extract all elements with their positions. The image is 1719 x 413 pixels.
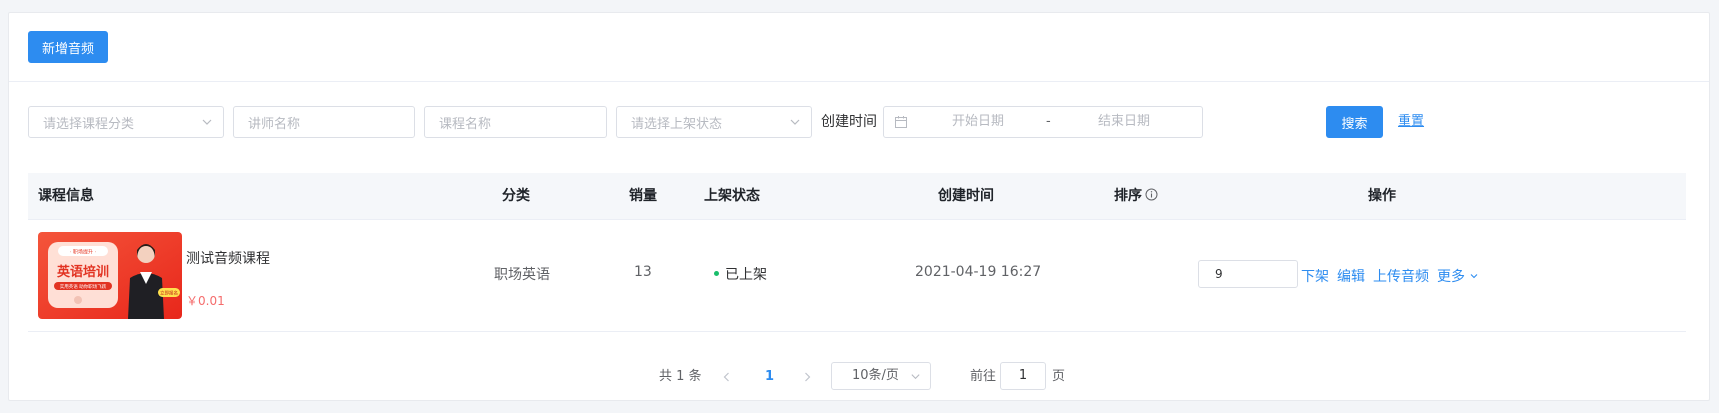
filter-bar: 请选择课程分类 讲师名称 课程名称 请选择上架状态 创建时间 开始日期 - 结束…	[28, 106, 1709, 138]
course-created-time: 2021-04-19 16:27	[915, 264, 1042, 280]
col-category: 分类	[502, 188, 530, 204]
add-audio-button[interactable]: 新增音频	[28, 31, 108, 63]
edit-link[interactable]: 编辑	[1337, 266, 1365, 286]
table-row: · 职场提升 · 英语培训 实用英语 助你职场飞跃 立即报名 测试音频课程 ￥0…	[28, 220, 1686, 332]
course-thumbnail[interactable]: · 职场提升 · 英语培训 实用英语 助你职场飞跃 立即报名	[38, 232, 182, 319]
upload-audio-link[interactable]: 上传音频	[1373, 266, 1429, 286]
next-page-icon[interactable]	[801, 371, 813, 383]
search-button[interactable]: 搜索	[1326, 106, 1383, 138]
unpublish-link[interactable]: 下架	[1301, 266, 1329, 286]
reset-link[interactable]: 重置	[1398, 106, 1424, 138]
more-label: 更多	[1437, 269, 1465, 285]
goto-prefix: 前往	[970, 369, 997, 384]
status-dot	[714, 271, 719, 276]
thumbnail-title: 英语培训	[56, 264, 109, 280]
chevron-down-icon	[1470, 274, 1478, 279]
thumbnail-badge: 立即报名	[160, 290, 178, 297]
prev-page-icon[interactable]	[721, 371, 733, 383]
category-select[interactable]: 请选择课程分类	[28, 106, 224, 138]
created-time-label: 创建时间	[821, 114, 877, 130]
course-name-placeholder: 课程名称	[439, 116, 492, 132]
status-badge: 已上架	[714, 264, 767, 284]
course-category: 职场英语	[494, 267, 550, 283]
pagination: 共 1 条 1 10条/页 前往 1 页	[9, 362, 1709, 392]
thumbnail-subtitle: 实用英语 助你职场飞跃	[60, 283, 107, 290]
sort-input[interactable]: 9	[1198, 260, 1298, 288]
course-name-input[interactable]: 课程名称	[424, 106, 607, 138]
audio-management-card: 新增音频 请选择课程分类 讲师名称 课程名称 请选择上架状态 创建时间 开始日期…	[8, 12, 1710, 401]
page-size-select[interactable]: 10条/页	[831, 362, 931, 390]
teacher-name-input[interactable]: 讲师名称	[233, 106, 415, 138]
chevron-down-icon	[911, 374, 920, 380]
end-date-placeholder[interactable]: 结束日期	[1098, 107, 1150, 137]
table-header: 课程信息 分类 销量 上架状态 创建时间 排序 操作	[28, 173, 1686, 220]
col-sort-label: 排序	[1114, 188, 1142, 204]
col-sort: 排序	[1114, 173, 1158, 220]
goto-page-input[interactable]: 1	[1000, 362, 1046, 390]
course-sales: 13	[634, 264, 652, 280]
pagination-current-page[interactable]: 1	[765, 362, 774, 392]
card-header: 新增音频	[9, 13, 1709, 82]
course-name: 测试音频课程	[186, 251, 270, 267]
col-course-info: 课程信息	[38, 188, 94, 204]
course-price: ￥0.01	[186, 294, 225, 308]
page-size-value: 10条/页	[852, 368, 899, 383]
col-actions: 操作	[1368, 188, 1396, 204]
date-range-picker[interactable]: 开始日期 - 结束日期	[883, 106, 1203, 138]
category-select-placeholder: 请选择课程分类	[43, 116, 135, 132]
thumbnail-tag: · 职场提升 ·	[70, 249, 97, 256]
more-dropdown[interactable]: 更多	[1437, 266, 1479, 286]
calendar-icon	[895, 116, 907, 128]
col-created: 创建时间	[938, 188, 994, 204]
course-table: 课程信息 分类 销量 上架状态 创建时间 排序 操作 · 职场提升 · 英语培训…	[28, 173, 1686, 332]
teacher-name-placeholder: 讲师名称	[248, 116, 301, 132]
goto-suffix: 页	[1052, 369, 1066, 384]
info-icon[interactable]	[1145, 188, 1158, 201]
status-select[interactable]: 请选择上架状态	[616, 106, 812, 138]
pagination-total: 共 1 条	[659, 369, 702, 384]
chevron-down-icon	[790, 119, 800, 125]
range-separator: -	[1046, 114, 1051, 129]
chevron-down-icon	[202, 119, 212, 125]
col-sales: 销量	[629, 188, 657, 204]
col-status: 上架状态	[704, 188, 760, 204]
status-text: 已上架	[725, 267, 767, 283]
start-date-placeholder[interactable]: 开始日期	[952, 107, 1004, 137]
status-select-placeholder: 请选择上架状态	[631, 116, 723, 132]
